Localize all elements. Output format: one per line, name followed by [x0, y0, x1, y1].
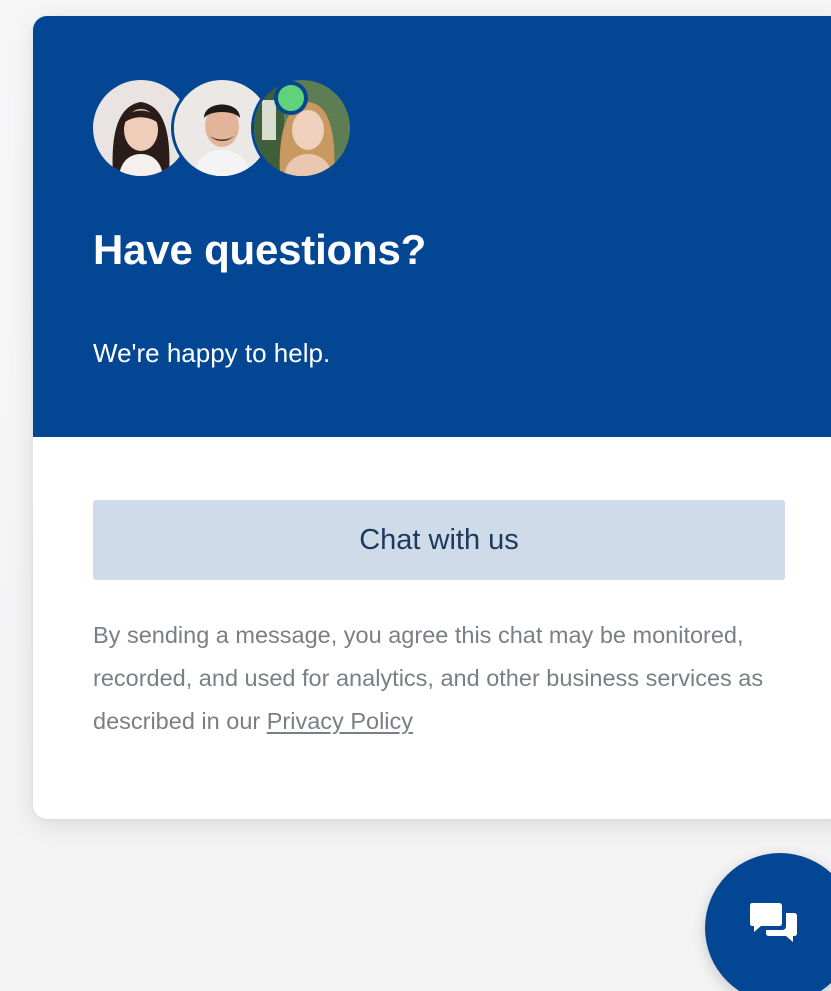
chat-widget-header: Have questions? We're happy to help.: [33, 16, 831, 437]
chat-bubbles-icon: [750, 903, 797, 942]
widget-title: Have questions?: [93, 226, 427, 273]
disclaimer-text: By sending a message, you agree this cha…: [93, 622, 764, 734]
online-status-dot: [274, 81, 308, 115]
chat-with-us-button[interactable]: Chat with us: [93, 500, 785, 580]
agent-avatars: [90, 77, 413, 179]
page-background: Have questions? We're happy to help. Cha…: [0, 0, 831, 991]
privacy-disclaimer: By sending a message, you agree this cha…: [93, 614, 793, 743]
widget-subtitle: We're happy to help.: [93, 338, 331, 368]
chat-launcher-button[interactable]: [705, 853, 831, 991]
privacy-policy-link[interactable]: Privacy Policy: [267, 708, 413, 734]
chat-widget-panel: Have questions? We're happy to help. Cha…: [33, 16, 831, 819]
